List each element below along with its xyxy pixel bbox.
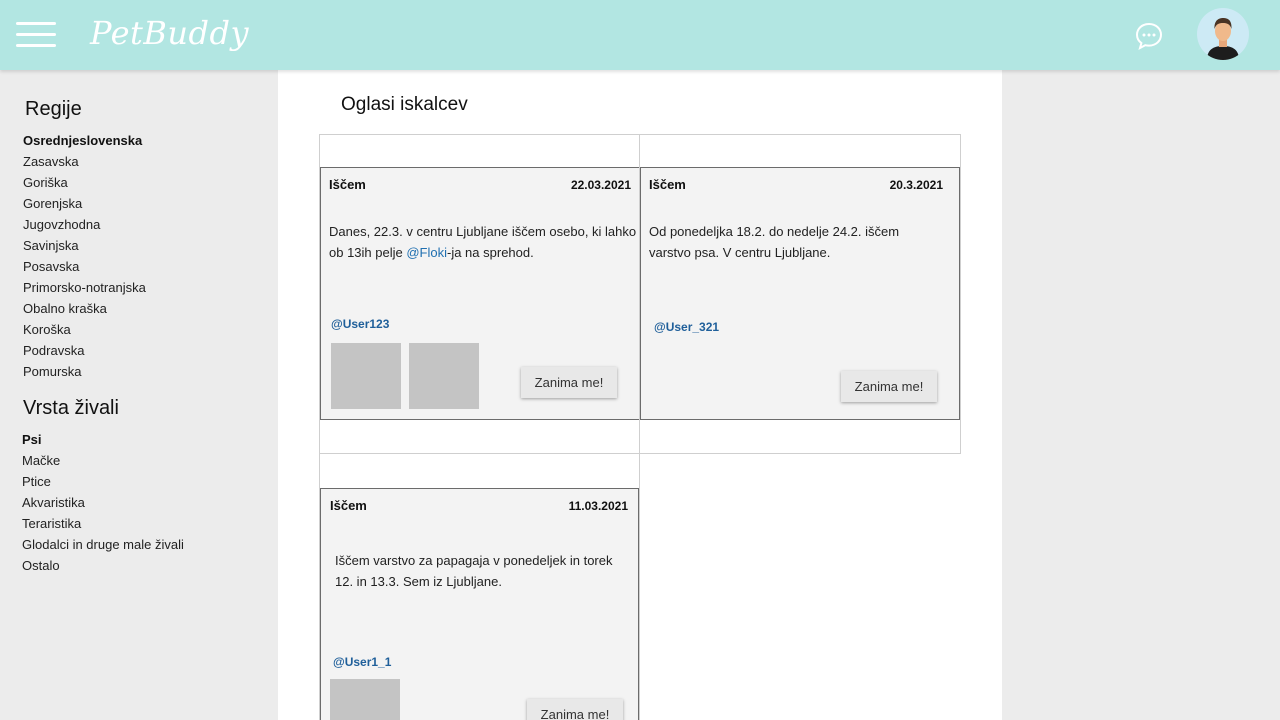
region-item[interactable]: Koroška [23,319,146,340]
ad-date: 22.03.2021 [570,178,631,192]
ad-user-link[interactable]: @User1_1 [333,655,391,669]
logo[interactable]: PetBuddy [90,14,249,52]
animal-item[interactable]: Akvaristika [22,492,184,513]
region-item[interactable]: Pomurska [23,361,146,382]
user-avatar[interactable] [1197,8,1249,60]
animal-item[interactable]: Psi [22,429,184,450]
ad-text-part: -ja na sprehod. [447,245,534,260]
sidebar: Regije Osrednjeslovenska Zasavska Gorišk… [0,70,278,720]
region-item[interactable]: Primorsko-notranjska [23,277,146,298]
ad-user-link[interactable]: @User_321 [654,320,719,334]
ad-label: Iščem [330,498,367,513]
ad-label: Iščem [329,177,366,192]
top-bar: PetBuddy [0,0,1280,70]
region-item[interactable]: Savinjska [23,235,146,256]
animal-item[interactable]: Glodalci in druge male živali [22,534,184,555]
region-item[interactable]: Posavska [23,256,146,277]
region-item[interactable]: Podravska [23,340,146,361]
ad-text: Iščem varstvo za papagaja v ponedeljek i… [335,553,613,589]
animals-list: Psi Mačke Ptice Akvaristika Teraristika … [22,429,184,576]
ad-photo[interactable] [330,679,400,720]
animal-item[interactable]: Teraristika [22,513,184,534]
avatar-figure-icon [1207,18,1239,60]
ad-card: Iščem 20.3.2021 Od ponedeljka 18.2. do n… [640,167,960,420]
main-content: Oglasi iskalcev Iščem 22.03.2021 Danes, … [278,70,1002,720]
animal-item[interactable]: Ostalo [22,555,184,576]
interested-button[interactable]: Zanima me! [521,367,617,398]
regions-heading: Regije [25,98,82,120]
region-item[interactable]: Goriška [23,172,146,193]
ad-label: Iščem [649,177,686,192]
region-item[interactable]: Osrednjeslovenska [23,130,146,151]
menu-icon[interactable] [16,22,56,48]
ad-text: Danes, 22.3. v centru Ljubljane iščem os… [329,221,637,263]
region-item[interactable]: Gorenjska [23,193,146,214]
ad-date: 20.3.2021 [889,178,943,192]
animals-heading: Vrsta živali [23,397,119,419]
ad-user-link[interactable]: @User123 [331,317,389,331]
ad-date: 11.03.2021 [568,499,628,513]
ad-card: Iščem 22.03.2021 Danes, 22.3. v centru L… [320,167,640,420]
region-item[interactable]: Jugovzhodna [23,214,146,235]
ad-text: Od ponedeljka 18.2. do nedelje 24.2. išč… [649,224,900,260]
chat-icon[interactable] [1135,22,1163,50]
interested-button[interactable]: Zanima me! [527,699,623,720]
page-title: Oglasi iskalcev [341,94,468,115]
pet-mention-link[interactable]: @Floki [406,245,447,260]
animal-item[interactable]: Ptice [22,471,184,492]
region-item[interactable]: Zasavska [23,151,146,172]
ad-card: Iščem 11.03.2021 Iščem varstvo za papaga… [320,488,639,720]
ad-photo[interactable] [331,343,401,409]
region-item[interactable]: Obalno kraška [23,298,146,319]
ad-photo[interactable] [409,343,479,409]
regions-list: Osrednjeslovenska Zasavska Goriška Goren… [23,130,146,382]
interested-button[interactable]: Zanima me! [841,371,937,402]
animal-item[interactable]: Mačke [22,450,184,471]
